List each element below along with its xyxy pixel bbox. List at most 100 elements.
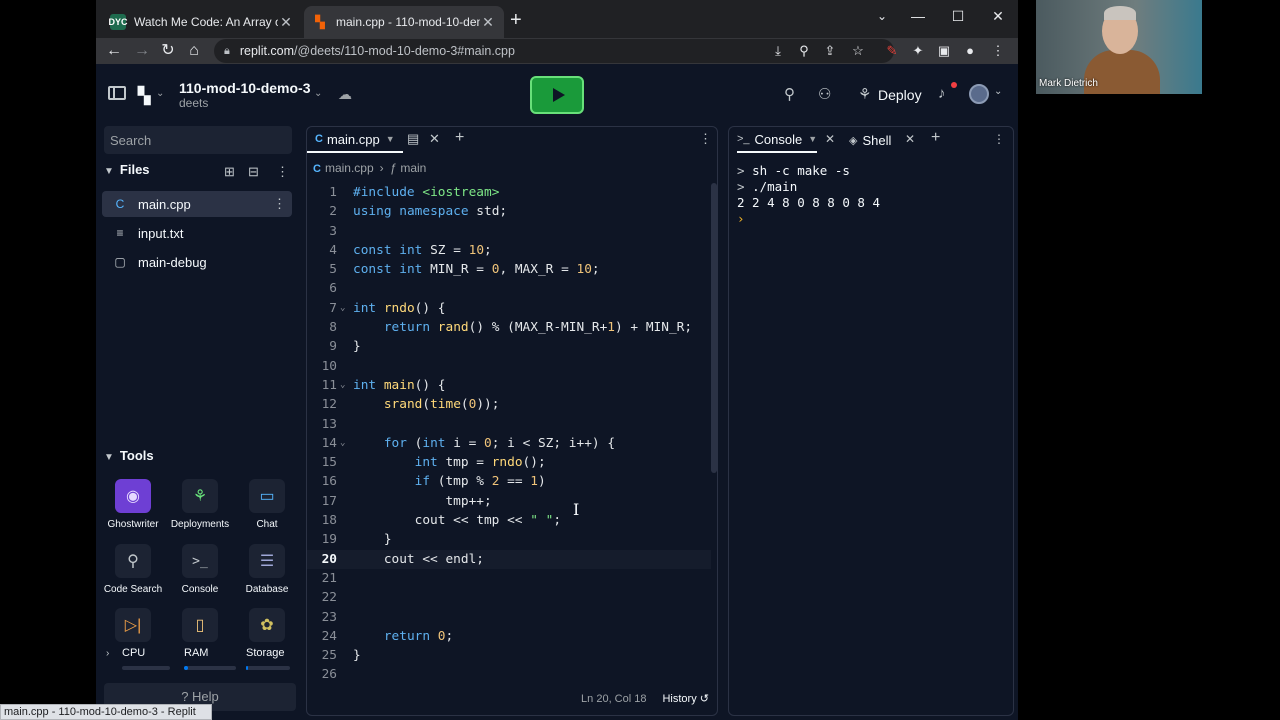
add-tab-icon[interactable]: + <box>931 129 940 147</box>
tool-database[interactable]: ☰ Database <box>234 544 300 595</box>
fold-chevron-icon[interactable]: ⌄ <box>340 434 345 453</box>
code-line[interactable]: 1 #include <iostream> <box>307 183 711 202</box>
browser-tab-watch-me-code[interactable]: DYC Watch Me Code: An Array of Onl ✕ <box>102 6 302 38</box>
back-arrow-icon[interactable]: ← <box>102 40 126 62</box>
console-output[interactable]: > sh -c make -s > ./main 2 2 4 8 0 8 8 0 8… <box>737 163 880 227</box>
tab-close-icon[interactable]: ✕ <box>480 14 496 31</box>
minimize-button[interactable]: — <box>900 4 936 28</box>
code-line[interactable]: 4 const int SZ = 10; <box>307 241 711 260</box>
maximize-button[interactable]: ☐ <box>940 4 976 28</box>
close-icon[interactable]: ✕ <box>825 132 835 146</box>
pane-menu-icon[interactable]: ⋮ <box>993 132 1005 146</box>
bell-icon[interactable]: ♪ <box>938 85 946 102</box>
search-icon[interactable]: ⚲ <box>784 85 795 103</box>
chevron-down-icon[interactable]: ⌄ <box>994 86 1002 97</box>
editor-scrollbar[interactable] <box>711 183 717 473</box>
deploy-button[interactable]: Deploy <box>878 87 922 103</box>
code-line[interactable]: 13 <box>307 415 711 434</box>
add-tab-icon[interactable]: + <box>455 129 464 147</box>
code-line[interactable]: 24 return 0; <box>307 627 711 646</box>
fold-chevron-icon[interactable]: ⌄ <box>340 376 345 395</box>
code-line[interactable]: 17 tmp++; <box>307 492 711 511</box>
code-line[interactable]: 3 <box>307 222 711 241</box>
editor-tab-main-cpp[interactable]: C main.cpp ▼ <box>307 127 403 153</box>
code-area[interactable]: 1 #include <iostream> 2 using namespace std… <box>307 183 711 685</box>
tool-packages[interactable]: ✿ <box>234 608 300 642</box>
browser-menu-icon[interactable]: ⋮ <box>988 42 1008 60</box>
tab-search-dropdown-icon[interactable]: ⌄ <box>864 4 900 28</box>
file-item-input-txt[interactable]: ≡ input.txt <box>102 220 292 246</box>
file-menu-icon[interactable]: ⋮ <box>273 196 286 212</box>
address-bar[interactable]: 🔒︎ replit.com/@deets/110-mod-10-demo-3#m… <box>214 39 894 63</box>
close-icon[interactable]: ✕ <box>905 132 915 146</box>
zoom-icon[interactable]: ⚲ <box>794 42 814 60</box>
tool-chat[interactable]: ▭ Chat <box>234 479 300 530</box>
chevron-down-icon[interactable]: ⌄ <box>314 88 322 99</box>
cursor-position[interactable]: Ln 20, Col 18 <box>581 693 646 705</box>
sidebar-search-input[interactable]: Search <box>104 126 292 154</box>
new-file-icon[interactable]: ⊞ <box>224 164 235 180</box>
chevron-down-icon[interactable]: ⌄ <box>156 88 164 99</box>
run-button[interactable] <box>530 76 584 114</box>
file-item-main-debug[interactable]: ▢ main-debug <box>102 249 292 275</box>
extension-pen-icon[interactable]: ✎ <box>882 42 902 60</box>
tab-options-icon[interactable]: ▤ <box>407 131 419 147</box>
chevron-down-icon[interactable]: ▼ <box>386 134 395 144</box>
code-line[interactable]: 19 } <box>307 530 711 549</box>
fold-chevron-icon[interactable]: ⌄ <box>340 299 345 318</box>
home-icon[interactable]: ⌂ <box>182 40 206 62</box>
user-avatar[interactable] <box>969 84 989 104</box>
files-header[interactable]: ▼ Files <box>104 162 292 184</box>
code-line[interactable]: 8 return rand() % (MAX_R-MIN_R+1) + MIN_… <box>307 318 711 337</box>
tab-console[interactable]: >_ Console ▼ <box>737 127 818 153</box>
code-line[interactable]: 18 cout << tmp << " "; <box>307 511 711 530</box>
code-line[interactable]: 10 <box>307 357 711 376</box>
invite-user-icon[interactable]: ⚇ <box>818 85 831 103</box>
side-panel-icon[interactable]: ▣ <box>934 42 954 60</box>
repl-name[interactable]: 110-mod-10-demo-3 <box>179 80 310 96</box>
extensions-puzzle-icon[interactable]: ✦ <box>908 42 928 60</box>
code-line[interactable]: 25} <box>307 646 711 665</box>
repl-owner[interactable]: deets <box>179 96 208 110</box>
close-icon[interactable]: ✕ <box>429 131 440 147</box>
code-line[interactable]: 21 <box>307 569 711 588</box>
code-line[interactable]: 23 <box>307 608 711 627</box>
file-item-main-cpp[interactable]: C main.cpp ⋮ <box>102 191 292 217</box>
forward-arrow-icon[interactable]: → <box>130 40 154 62</box>
files-menu-icon[interactable]: ⋮ <box>276 164 289 180</box>
tool-console[interactable]: >_ Console <box>167 544 233 595</box>
tool-deployments[interactable]: ⚘ Deployments <box>167 479 233 530</box>
code-line[interactable]: 5 const int MIN_R = 0, MAX_R = 10; <box>307 260 711 279</box>
code-line[interactable]: 6 <box>307 279 711 298</box>
code-line[interactable]: 11 ⌄ int main() { <box>307 376 711 395</box>
replit-logo-icon[interactable]: ▚ <box>138 86 150 106</box>
deploy-icon[interactable]: ⚘ <box>858 85 871 103</box>
code-line[interactable]: 20 cout << endl; <box>307 549 711 569</box>
new-tab-button[interactable]: + <box>510 10 522 30</box>
chevron-right-icon[interactable]: › <box>106 648 109 659</box>
pane-menu-icon[interactable]: ⋮ <box>699 131 712 147</box>
bookmark-star-icon[interactable]: ☆ <box>848 42 868 60</box>
install-app-icon[interactable]: ⤓ <box>768 42 788 60</box>
tool-ghostwriter[interactable]: ◉ Ghostwriter <box>100 479 166 530</box>
history-button[interactable]: History ↺ <box>662 693 709 705</box>
tab-close-icon[interactable]: ✕ <box>278 14 294 31</box>
code-line[interactable]: 15 int tmp = rndo(); <box>307 453 711 472</box>
chevron-down-icon[interactable]: ▼ <box>808 134 817 144</box>
sidebar-toggle-icon[interactable] <box>108 86 126 100</box>
tab-shell[interactable]: ◈ Shell <box>849 127 891 153</box>
tool-docs[interactable]: ▯ <box>167 608 233 642</box>
code-line[interactable]: 22 <box>307 588 711 607</box>
code-line[interactable]: 9} <box>307 337 711 356</box>
code-line[interactable]: 26 <box>307 665 711 684</box>
reload-icon[interactable]: ↻ <box>156 40 180 62</box>
new-folder-icon[interactable]: ⊟ <box>248 164 259 180</box>
tool-code-search[interactable]: ⚲ Code Search <box>100 544 166 595</box>
code-line[interactable]: 2 using namespace std; <box>307 202 711 221</box>
code-line[interactable]: 7 ⌄ int rndo() { <box>307 299 711 318</box>
window-close-button[interactable]: ✕ <box>980 4 1016 28</box>
code-line[interactable]: 14 ⌄ for (int i = 0; i < SZ; i++) { <box>307 434 711 453</box>
tool-debugger[interactable]: ▷| <box>100 608 166 642</box>
code-line[interactable]: 12 srand(time(0)); <box>307 395 711 414</box>
code-line[interactable]: 16 if (tmp % 2 == 1) <box>307 472 711 491</box>
